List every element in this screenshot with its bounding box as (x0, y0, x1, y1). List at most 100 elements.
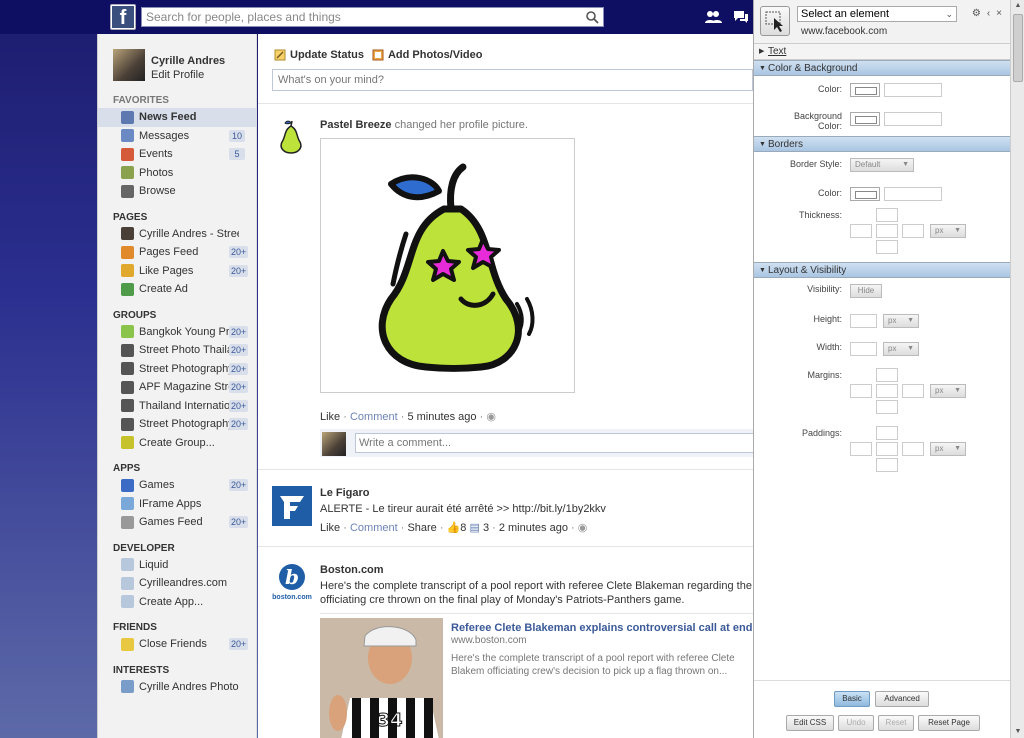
link-image[interactable]: 34 (320, 618, 443, 738)
sidebar-item[interactable]: Street Photography 20+ (98, 360, 256, 379)
section-color-background[interactable]: ▼ Color & Background (754, 60, 1010, 76)
scroll-down-icon[interactable]: ▼ (1012, 726, 1024, 738)
sidebar-item[interactable]: Street Photo Thaila... 20+ (98, 341, 256, 360)
sidebar-item[interactable]: APF Magazine Stre... 20+ (98, 378, 256, 397)
sidebar-item[interactable]: Cyrilleandres.com (98, 574, 256, 593)
avatar[interactable] (113, 49, 145, 81)
padding-center[interactable] (876, 442, 898, 456)
sidebar-item[interactable]: Street Photography 20+ (98, 415, 256, 434)
sidebar-item[interactable]: Games 20+ (98, 476, 256, 495)
sidebar-item[interactable]: IFrame Apps (98, 495, 256, 514)
comment-input[interactable]: Write a comment... (355, 433, 753, 453)
height-unit[interactable]: px ▼ (883, 314, 919, 328)
scroll-up-icon[interactable]: ▲ (1012, 0, 1024, 12)
sidebar-item[interactable]: Liquid (98, 556, 256, 575)
padding-unit[interactable]: px ▼ (930, 442, 966, 456)
width-input[interactable] (850, 342, 877, 356)
bg-color-input[interactable] (884, 112, 942, 126)
width-unit[interactable]: px ▼ (883, 342, 919, 356)
sidebar-item[interactable]: Create Ad (98, 280, 256, 299)
story-actor[interactable]: Pastel Breeze (320, 119, 392, 131)
gear-icon[interactable]: ⚙ (972, 8, 981, 19)
padding-bottom[interactable] (876, 458, 898, 472)
link-card[interactable]: 34 Referee Clete Blakeman explains contr… (320, 613, 753, 738)
sidebar-item[interactable]: News Feed (98, 108, 256, 127)
close-icon[interactable]: × (996, 8, 1002, 19)
margin-unit[interactable]: px ▼ (930, 384, 966, 398)
le-figaro-logo[interactable] (272, 486, 312, 526)
padding-top[interactable] (876, 426, 898, 440)
border-style-select[interactable]: Default ▼ (850, 158, 914, 172)
margin-bottom[interactable] (876, 400, 898, 414)
padding-left[interactable] (850, 442, 872, 456)
link-title[interactable]: Referee Clete Blakeman explains controve… (451, 622, 753, 634)
margin-right[interactable] (902, 384, 924, 398)
sidebar-item[interactable]: Create App... (98, 593, 256, 612)
sidebar-item[interactable]: Thailand Internatio... 20+ (98, 397, 256, 416)
scroll-thumb[interactable] (1013, 14, 1023, 82)
element-picker-button[interactable] (760, 6, 790, 36)
likes-count[interactable]: 8 (460, 522, 466, 534)
messages-icon[interactable] (732, 8, 750, 26)
sidebar-item[interactable]: Cyrille Andres - Street P... (98, 225, 256, 244)
friend-requests-icon[interactable] (704, 8, 722, 26)
border-color-input[interactable] (884, 187, 942, 201)
edit-css-button[interactable]: Edit CSS (786, 715, 834, 731)
search-input[interactable] (142, 8, 572, 26)
thickness-top[interactable] (876, 208, 898, 222)
hide-button[interactable]: Hide (850, 284, 882, 298)
sidebar-item[interactable]: Events 5 (98, 145, 256, 164)
scrollbar[interactable]: ▲ ▼ (1010, 0, 1024, 738)
color-input[interactable] (884, 83, 942, 97)
sidebar-item[interactable]: Cyrille Andres Photos (98, 678, 256, 697)
boston-logo[interactable]: b boston.com (272, 563, 312, 603)
thickness-right[interactable] (902, 224, 924, 238)
thickness-center[interactable] (876, 224, 898, 238)
basic-button[interactable]: Basic (834, 691, 870, 707)
sidebar-item[interactable]: Messages 10 (98, 127, 256, 146)
reset-page-button[interactable]: Reset Page (918, 715, 980, 731)
section-text[interactable]: ▶ Text (754, 44, 1010, 60)
update-status-tab[interactable]: Update Status (274, 49, 364, 61)
height-input[interactable] (850, 314, 877, 328)
sidebar-item[interactable]: Photos (98, 164, 256, 183)
margin-center[interactable] (876, 384, 898, 398)
margin-top[interactable] (876, 368, 898, 382)
reset-button[interactable]: Reset (878, 715, 914, 731)
sidebar-item[interactable]: Create Group... (98, 434, 256, 453)
thickness-bottom[interactable] (876, 240, 898, 254)
add-photos-tab[interactable]: Add Photos/Video (372, 49, 483, 61)
advanced-button[interactable]: Advanced (875, 691, 929, 707)
facebook-logo[interactable]: f (110, 4, 136, 30)
sidebar-item[interactable]: Browse (98, 182, 256, 201)
profile-picture[interactable] (320, 138, 575, 393)
like-link[interactable]: Like (320, 411, 340, 423)
bg-color-swatch[interactable] (850, 112, 880, 126)
border-color-swatch[interactable] (850, 187, 880, 201)
comment-link[interactable]: Comment (350, 411, 398, 423)
comment-link[interactable]: Comment (350, 522, 398, 534)
collapse-icon[interactable]: ‹ (987, 8, 990, 19)
sidebar-item[interactable]: Pages Feed 20+ (98, 243, 256, 262)
comments-count[interactable]: 3 (483, 522, 489, 534)
color-swatch[interactable] (850, 83, 880, 97)
sidebar-item[interactable]: Games Feed 20+ (98, 513, 256, 532)
margin-left[interactable] (850, 384, 872, 398)
thickness-unit[interactable]: px ▼ (930, 224, 966, 238)
pear-avatar[interactable] (276, 120, 306, 154)
edit-profile-link[interactable]: Edit Profile (151, 69, 225, 81)
status-input[interactable]: What's on your mind? (272, 69, 753, 91)
undo-button[interactable]: Undo (838, 715, 874, 731)
story-actor[interactable]: Boston.com (320, 564, 384, 576)
profile-name[interactable]: Cyrille Andres (151, 55, 225, 67)
sidebar-item[interactable]: Bangkok Young Pr... 20+ (98, 323, 256, 342)
story-time[interactable]: 2 minutes ago (499, 522, 568, 534)
section-layout-visibility[interactable]: ▼ Layout & Visibility (754, 262, 1010, 278)
padding-right[interactable] (902, 442, 924, 456)
share-link[interactable]: Share (407, 522, 436, 534)
sidebar-item[interactable]: Like Pages 20+ (98, 262, 256, 281)
section-borders[interactable]: ▼ Borders (754, 136, 1010, 152)
thickness-left[interactable] (850, 224, 872, 238)
like-link[interactable]: Like (320, 522, 340, 534)
element-select[interactable]: Select an element ⌄ (797, 6, 957, 22)
